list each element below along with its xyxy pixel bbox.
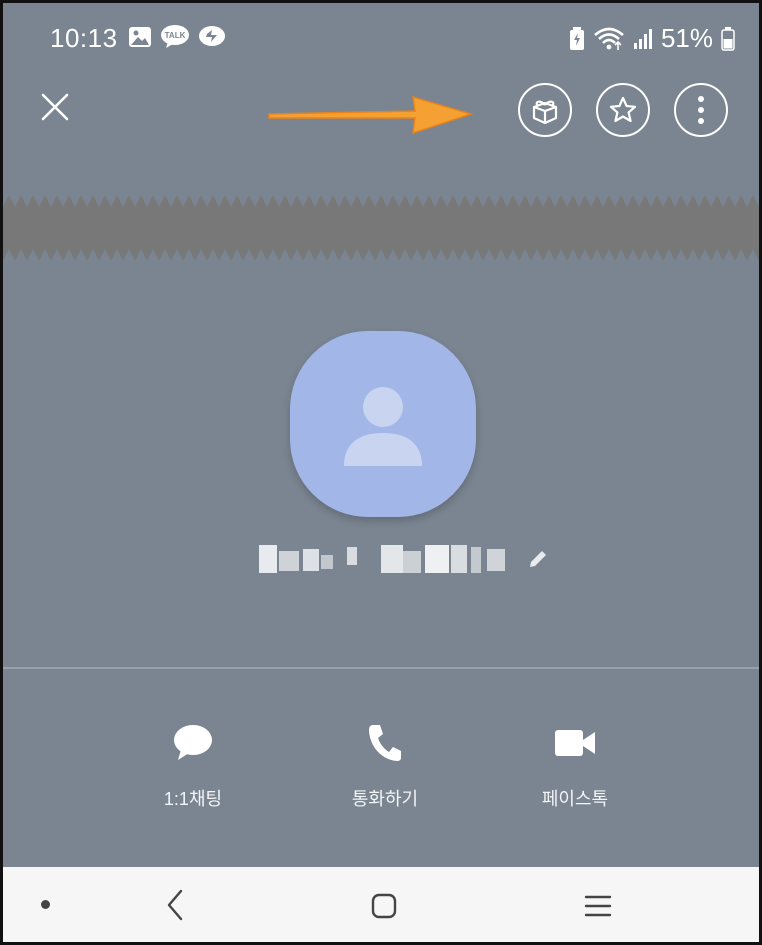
- divider: [3, 667, 759, 669]
- close-button[interactable]: [33, 85, 77, 129]
- action-facetalk-label: 페이스톡: [541, 789, 609, 809]
- svg-text:TALK: TALK: [165, 31, 186, 40]
- back-icon[interactable]: [161, 887, 191, 923]
- action-call-button[interactable]: 통화하기: [315, 715, 455, 811]
- close-icon: [41, 93, 69, 121]
- system-icons: 51%: [569, 23, 735, 54]
- recent-apps-icon[interactable]: [581, 891, 615, 921]
- favorite-button[interactable]: [596, 83, 650, 137]
- gift-button[interactable]: [518, 83, 572, 137]
- video-camera-icon: [555, 730, 595, 756]
- action-chat-label: 1:1채팅: [163, 789, 223, 809]
- pencil-icon[interactable]: [527, 548, 549, 570]
- action-chat-button[interactable]: 1:1채팅: [123, 715, 263, 811]
- more-options-button[interactable]: [674, 83, 728, 137]
- signal-icon: [633, 28, 652, 49]
- notification-icons: TALK: [128, 25, 226, 49]
- home-icon[interactable]: [369, 891, 399, 921]
- profile-screen: 10:13 TALK 51% 1:1채팅 통화하기 페이스톡: [0, 0, 762, 945]
- battery-saver-icon: [569, 26, 584, 50]
- kakaotalk-talk-icon: TALK: [161, 25, 189, 48]
- dot-icon: [41, 900, 50, 909]
- gallery-icon: [129, 27, 151, 47]
- person-icon: [344, 387, 422, 466]
- wifi-icon: [594, 27, 624, 50]
- annotation-arrow: [268, 95, 474, 135]
- star-icon: [609, 96, 637, 123]
- battery-percent: 51%: [660, 23, 713, 53]
- battery-icon: [721, 26, 735, 51]
- chat-bubble-icon: [174, 725, 212, 760]
- action-call-label: 통화하기: [351, 789, 419, 809]
- redacted-background-band: [3, 195, 759, 261]
- status-bar: 10:13 TALK 51%: [3, 3, 759, 73]
- gift-icon: [532, 100, 558, 125]
- profile-avatar[interactable]: [290, 331, 476, 517]
- profile-name-row: [251, 541, 549, 577]
- kakaotalk-chat-icon: [199, 26, 225, 46]
- navigation-bar: [3, 867, 759, 942]
- more-vertical-icon: [698, 96, 704, 124]
- redacted-name: [259, 545, 505, 573]
- phone-icon: [369, 725, 401, 761]
- action-facetalk-button[interactable]: 페이스톡: [505, 715, 645, 811]
- status-time: 10:13: [50, 23, 118, 53]
